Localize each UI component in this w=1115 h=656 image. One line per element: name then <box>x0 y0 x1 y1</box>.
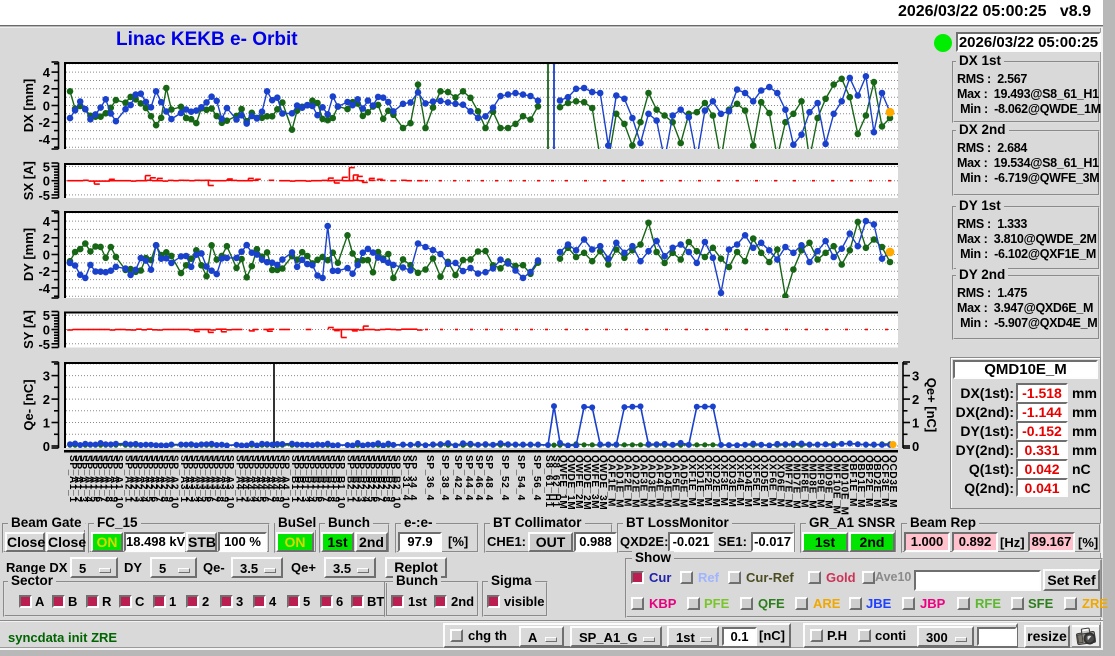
svg-text:SP_56_4: SP_56_4 <box>531 455 542 501</box>
svg-text:1: 1 <box>43 416 50 431</box>
svg-text:-2: -2 <box>38 264 50 279</box>
svg-text:2: 2 <box>912 392 919 407</box>
svg-text:-4: -4 <box>38 281 50 296</box>
svg-text:SP_A4_10: SP_A4_10 <box>279 455 290 509</box>
svg-text:SP_36_4: SP_36_4 <box>424 455 435 501</box>
svg-text:0: 0 <box>912 439 919 454</box>
svg-text:QCD3E_M: QCD3E_M <box>887 455 898 508</box>
svg-text:SP_A1_10: SP_A1_10 <box>113 455 124 509</box>
svg-text:0: 0 <box>43 248 50 263</box>
svg-text:Qe- [nC]: Qe- [nC] <box>21 379 36 430</box>
svg-text:Qe+ [nC]: Qe+ [nC] <box>924 378 939 433</box>
svg-text:DX [mm]: DX [mm] <box>21 79 36 132</box>
svg-text:SP_48_4: SP_48_4 <box>483 455 494 501</box>
svg-text:SP_52_4: SP_52_4 <box>499 455 510 501</box>
svg-text:SP_42_4: SP_42_4 <box>452 455 463 501</box>
svg-text:SX [A]: SX [A] <box>21 161 36 200</box>
svg-text:SP_A3_10: SP_A3_10 <box>224 455 235 509</box>
svg-text:SP_38_4: SP_38_4 <box>439 455 450 501</box>
svg-text:1: 1 <box>912 416 919 431</box>
svg-text:-5: -5 <box>38 188 50 203</box>
svg-text:0: 0 <box>43 174 50 189</box>
svg-text:2: 2 <box>43 82 50 97</box>
svg-text:3: 3 <box>43 369 50 384</box>
svg-text:SP_B2_10: SP_B2_10 <box>390 455 401 509</box>
svg-text:SP_A2_10: SP_A2_10 <box>168 455 179 509</box>
svg-text:DY [mm]: DY [mm] <box>21 228 36 281</box>
svg-text:4: 4 <box>43 214 51 229</box>
svg-text:SP_46_4: SP_46_4 <box>473 455 484 501</box>
svg-text:-5: -5 <box>38 337 50 352</box>
svg-text:0: 0 <box>43 99 50 114</box>
svg-text:SP_B1_10: SP_B1_10 <box>335 455 346 509</box>
svg-text:5: 5 <box>43 308 50 323</box>
svg-text:SP_44_4: SP_44_4 <box>463 455 474 501</box>
svg-text:SP_34_4: SP_34_4 <box>407 455 418 501</box>
svg-text:4: 4 <box>43 65 51 80</box>
svg-text:-2: -2 <box>38 115 50 130</box>
svg-text:-4: -4 <box>38 132 50 147</box>
svg-text:3: 3 <box>912 369 919 384</box>
svg-text:5: 5 <box>43 159 50 174</box>
svg-text:0: 0 <box>43 323 50 338</box>
svg-text:2: 2 <box>43 392 50 407</box>
svg-text:SP_54_4: SP_54_4 <box>515 455 526 501</box>
svg-text:SY [A]: SY [A] <box>21 310 36 349</box>
svg-text:0: 0 <box>43 439 50 454</box>
svg-text:2: 2 <box>43 231 50 246</box>
